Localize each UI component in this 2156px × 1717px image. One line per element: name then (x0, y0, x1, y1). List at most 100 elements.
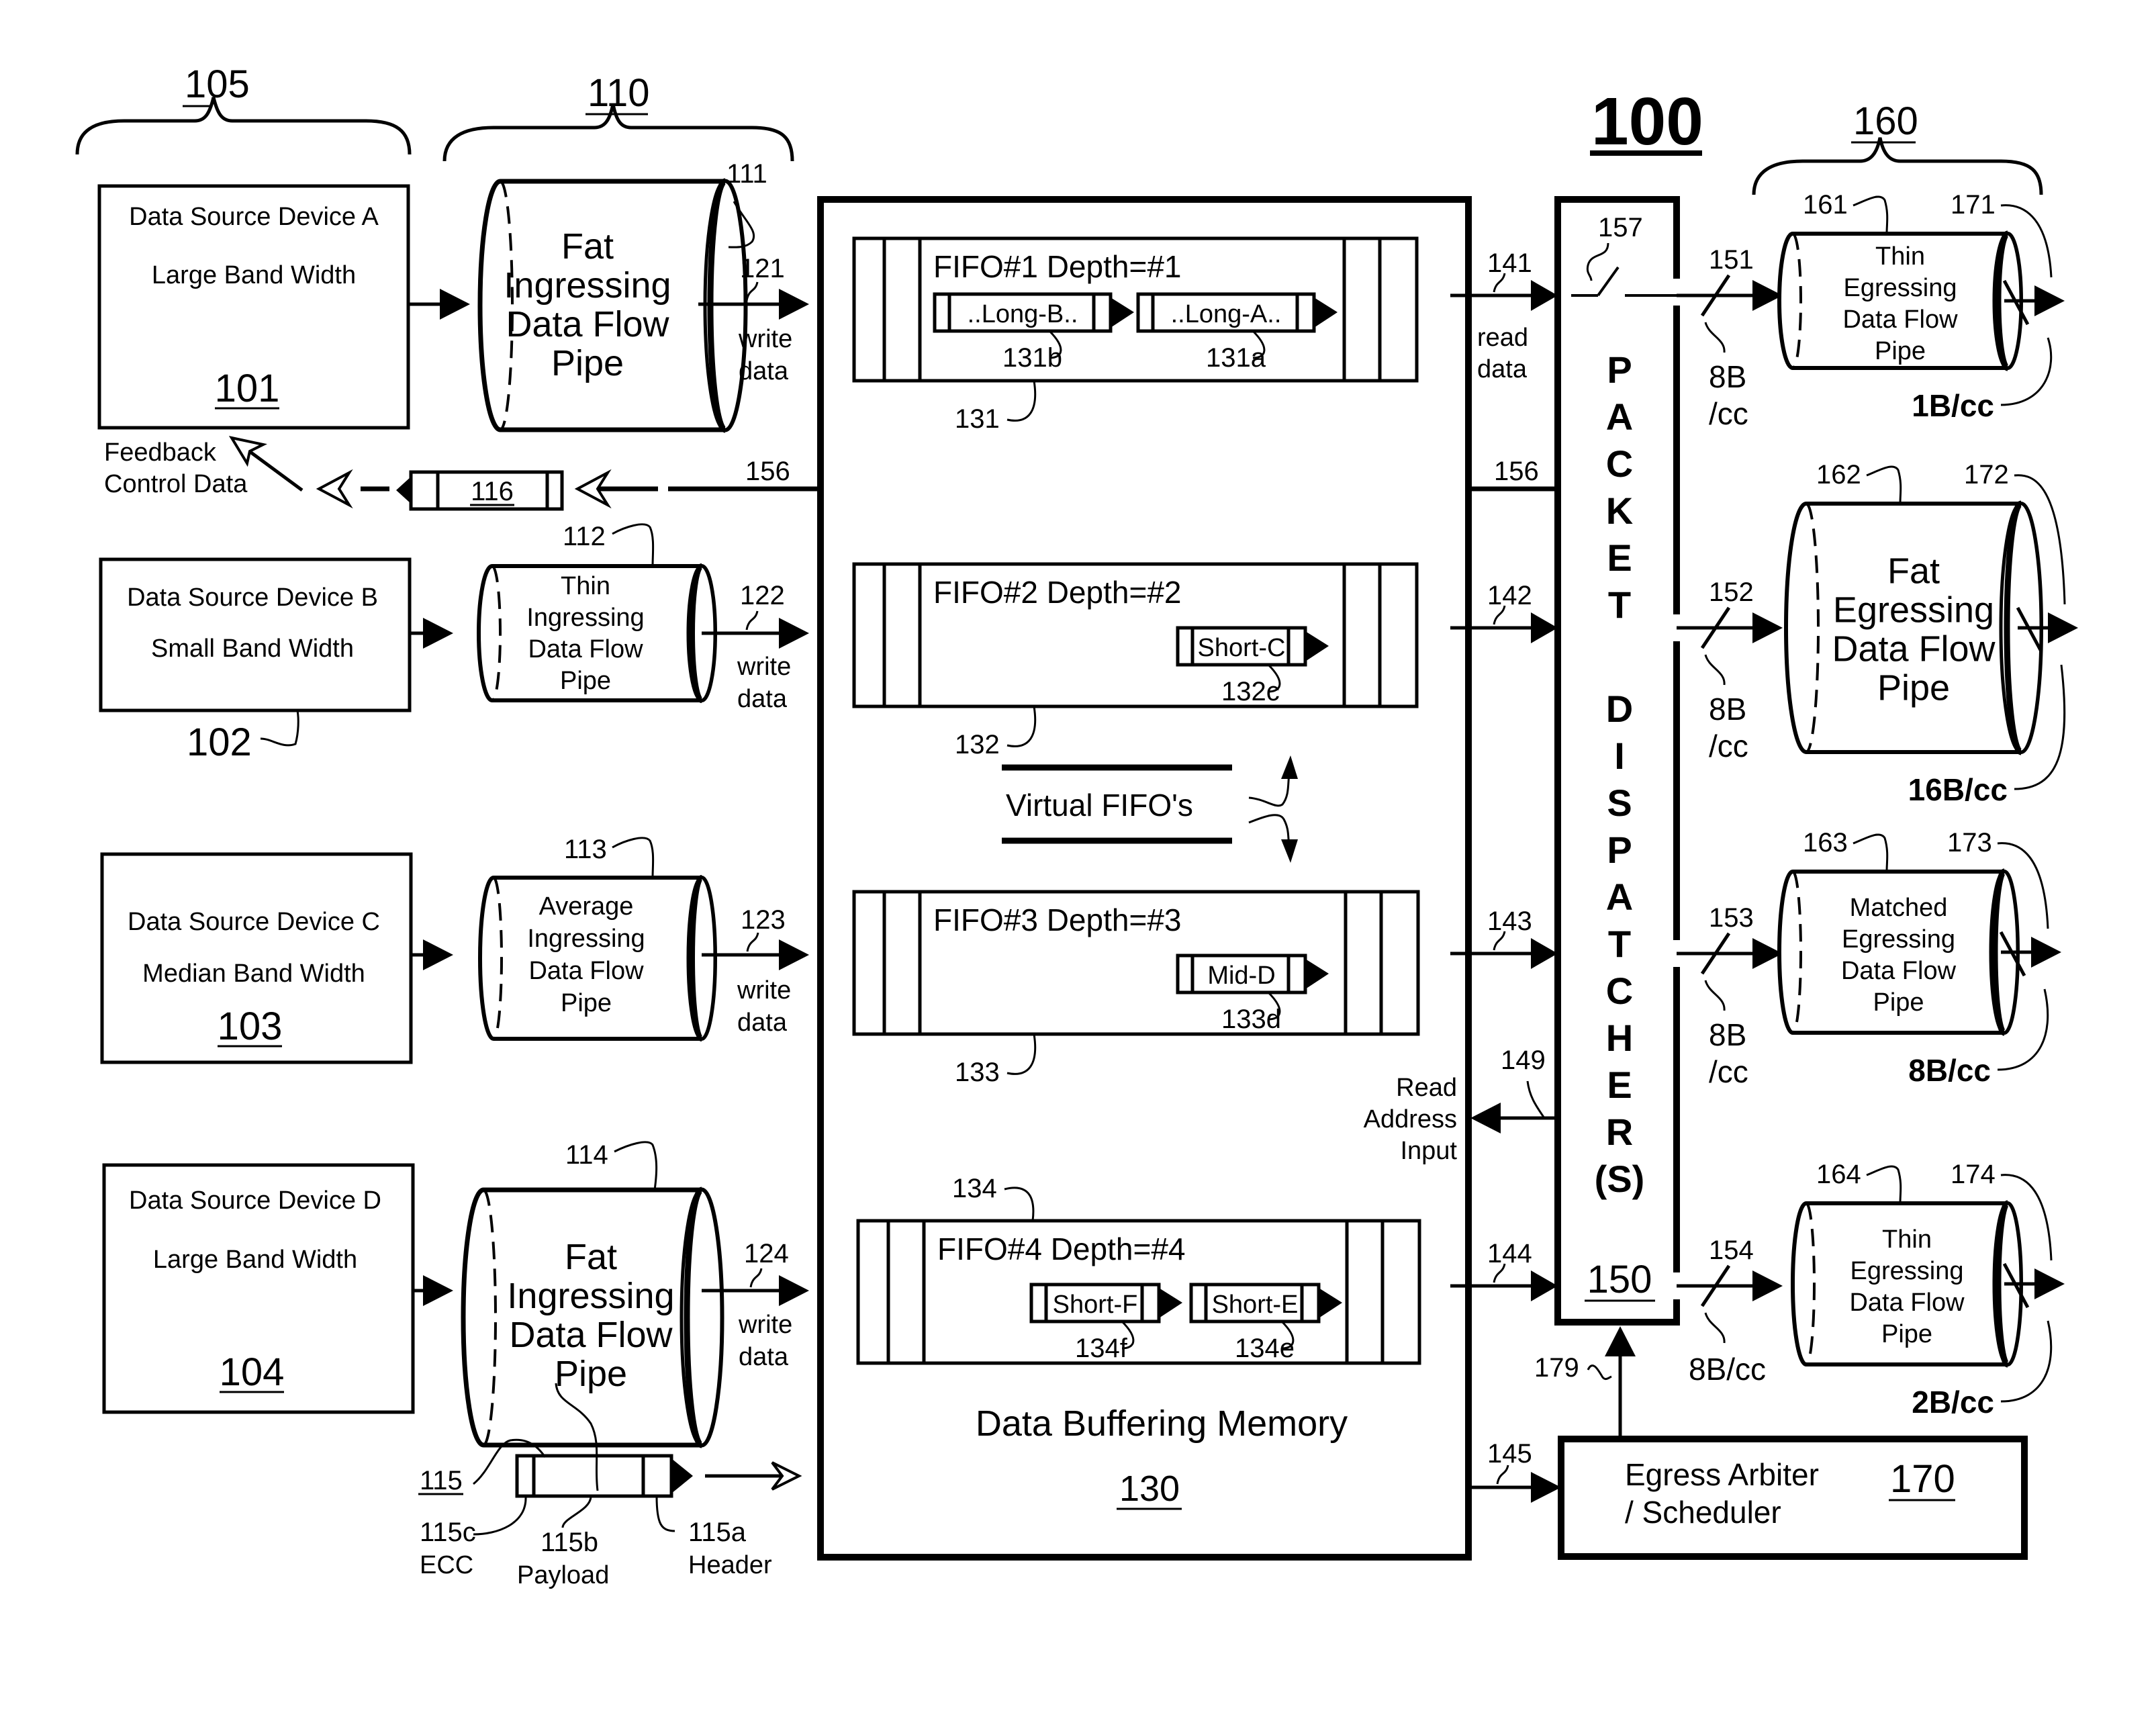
packet-115-parts: 115c ECC 115b Payload 115a Header (420, 1495, 772, 1589)
pipe-label: Ingressing (526, 604, 644, 632)
dispatcher-letter: P (1607, 349, 1632, 391)
svg-text:write: write (737, 976, 791, 1005)
feedback-line-ref: 156 (745, 457, 790, 486)
egress-pipe-162[interactable]: FatEgressingData FlowPipe 162 172 16B/cc (1784, 460, 2078, 807)
pipe-label: Pipe (1875, 337, 1926, 365)
pipe-ref-114: 114 (565, 1140, 608, 1170)
leader-113 (612, 837, 655, 878)
source-bandwidth: Small Band Width (151, 635, 354, 663)
memory-ref: 130 (1119, 1469, 1180, 1509)
source-bandwidth: Large Band Width (153, 1246, 357, 1274)
svg-text:read: read (1477, 324, 1528, 352)
svg-text:115c: 115c (420, 1518, 476, 1547)
dispatcher-ref: 150 (1587, 1258, 1652, 1301)
dispatcher-letter: C (1606, 970, 1633, 1012)
ingress-pipe-thin-b[interactable]: Thin Ingressing Data Flow Pipe (477, 563, 717, 703)
egress-pipe-ref: 164 (1816, 1160, 1861, 1189)
svg-text:122: 122 (740, 581, 785, 610)
svg-text:Payload: Payload (517, 1561, 609, 1589)
svg-text:8B: 8B (1709, 359, 1746, 394)
source-ref: 104 (220, 1350, 285, 1394)
leader-114 (614, 1141, 658, 1191)
read-data-links: read data (1465, 199, 1528, 1557)
virtual-fifo-text: Virtual FIFO's (1006, 788, 1193, 823)
svg-text:121: 121 (740, 254, 785, 283)
svg-text:151: 151 (1709, 245, 1754, 275)
dispatcher-letter: A (1606, 876, 1633, 918)
pipe-label: Pipe (561, 989, 612, 1017)
egress-rate: 8B/cc (1908, 1053, 1991, 1088)
source-device-d[interactable]: Data Source Device D Large Band Width 10… (102, 1163, 415, 1414)
pipe-label: Thin (1882, 1225, 1932, 1254)
arbiter-ref: 170 (1890, 1457, 1955, 1501)
pipe-label: Ingressing (504, 265, 671, 306)
packet-label: ..Long-B.. (968, 300, 1078, 328)
group-ref-ingress: 110 (588, 71, 649, 115)
egress-pipe-ref: 163 (1803, 828, 1848, 857)
egress-pipe-164[interactable]: Thin Egressing Data Flow Pipe 164 174 2B/cc (1791, 1160, 2065, 1420)
source-device-b[interactable]: Data Source Device B Small Band Width (99, 557, 412, 712)
fifo-title: FIFO#1 Depth=#1 (933, 249, 1181, 284)
egress-rate: 2B/cc (1912, 1385, 1994, 1420)
svg-text:/cc: /cc (1709, 729, 1748, 763)
dispatcher-letter: E (1607, 1064, 1632, 1106)
svg-text:Input: Input (1400, 1137, 1457, 1165)
svg-text:/cc: /cc (1709, 396, 1748, 431)
pipe-label: Pipe (1873, 988, 1924, 1017)
fifo-title: FIFO#2 Depth=#2 (933, 575, 1181, 610)
svg-text:153: 153 (1709, 903, 1754, 933)
egress-pipe-163[interactable]: Matched Egressing Data Flow Pipe 163 173 8B/cc (1777, 828, 2061, 1088)
source-ref: 103 (218, 1005, 283, 1048)
feedback-label: Feedback (104, 438, 217, 467)
fifo-ref: 134 (952, 1174, 997, 1203)
egress-pipe-161[interactable]: Thin Egressing Data Flow Pipe 161 171 1B/cc (1777, 190, 2065, 423)
pipe-label: Ingressing (507, 1276, 674, 1316)
packet-dispatcher[interactable]: PACKETDISPATCHER(S) 150 (1554, 196, 1680, 1326)
pipe-label: Data Flow (1832, 629, 1996, 669)
pipe-label: Pipe (1881, 1320, 1932, 1348)
pipe-label: Egressing (1842, 925, 1955, 954)
source-title: Data Source Device C (128, 908, 380, 936)
svg-text:143: 143 (1487, 907, 1532, 936)
pipe-label: Average (539, 892, 634, 921)
pipe-label: Egressing (1844, 274, 1957, 302)
svg-text:154: 154 (1709, 1236, 1754, 1265)
pipe-label: Data Flow (1841, 957, 1957, 985)
fifo-ref: 133 (955, 1058, 1000, 1087)
pipe-ref-111: 111 (727, 159, 767, 189)
dispatcher-letter: A (1606, 396, 1633, 438)
fifo-title: FIFO#3 Depth=#3 (933, 902, 1181, 937)
source-device-a[interactable]: Data Source Device A Large Band Width 10… (97, 184, 410, 430)
dispatcher-letter: P (1607, 829, 1632, 871)
fifo-ref: 131 (955, 404, 1000, 434)
pipe-label: Thin (561, 572, 610, 600)
ingress-pipe-fat-d[interactable]: Fat Ingressing Data Flow Pipe (461, 1187, 724, 1448)
pipe-label: Fat (561, 226, 614, 267)
pipe-label: Matched (1850, 894, 1948, 922)
ingress-pipe-average-c[interactable]: Average Ingressing Data Flow Pipe (478, 875, 717, 1041)
pipe-label: Fat (1887, 551, 1940, 591)
dispatcher-letter: S (1607, 782, 1632, 824)
svg-text:149: 149 (1501, 1046, 1546, 1075)
pipe-label: Pipe (1877, 667, 1950, 708)
arbiter-label: / Scheduler (1625, 1495, 1781, 1530)
figure-ref: 100 (1591, 84, 1703, 159)
pipe-label: Data Flow (528, 635, 643, 663)
pipe-label: Egressing (1833, 590, 1994, 630)
packet-115[interactable] (515, 1454, 802, 1498)
svg-text:115a: 115a (688, 1518, 747, 1547)
egress-link-151: 151 8B/cc (1677, 245, 1783, 431)
egress-pipe-ref: 161 (1803, 190, 1848, 220)
pipe-label: Data Flow (1842, 306, 1958, 334)
dispatcher-letter: H (1606, 1017, 1633, 1059)
svg-text:142: 142 (1487, 581, 1532, 610)
egress-link-152: 152 8B/cc (1677, 577, 1783, 763)
svg-text:123: 123 (741, 905, 786, 935)
source-device-c[interactable]: Data Source Device C Median Band Width 1… (100, 852, 413, 1064)
svg-text:179: 179 (1534, 1353, 1579, 1383)
egress-link-154: 154 8B/cc (1677, 1236, 1783, 1387)
egress-arbiter-scheduler[interactable]: Egress Arbiter / Scheduler 170 (1558, 1436, 2028, 1560)
svg-text:8B: 8B (1709, 1017, 1746, 1052)
pipe-ref-112: 112 (563, 522, 606, 551)
feedback-packet-116[interactable]: 116 (396, 470, 564, 511)
